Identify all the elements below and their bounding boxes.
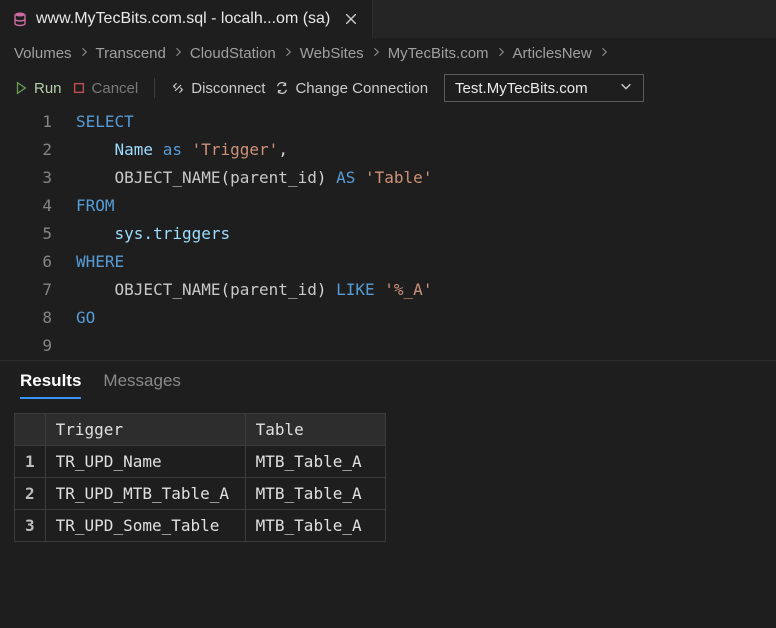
tab-title: www.MyTecBits.com.sql - localh...om (sa): [36, 10, 330, 28]
chevron-right-icon: [282, 45, 294, 62]
code-line[interactable]: SELECT: [76, 108, 776, 136]
cancel-button[interactable]: Cancel: [72, 80, 139, 97]
row-number: 1: [15, 446, 46, 478]
cell[interactable]: MTB_Table_A: [245, 510, 385, 542]
database-icon: [12, 11, 28, 27]
code-line[interactable]: GO: [76, 304, 776, 332]
tab-messages[interactable]: Messages: [103, 371, 180, 399]
column-header[interactable]: Table: [245, 414, 385, 446]
cell[interactable]: TR_UPD_MTB_Table_A: [45, 478, 245, 510]
code-line[interactable]: sys.triggers: [76, 220, 776, 248]
breadcrumb-item[interactable]: ArticlesNew: [513, 45, 592, 62]
code-area[interactable]: SELECT Name as 'Trigger', OBJECT_NAME(pa…: [76, 108, 776, 360]
run-button[interactable]: Run: [14, 80, 62, 97]
line-number: 6: [0, 248, 52, 276]
line-number: 4: [0, 192, 52, 220]
code-line[interactable]: OBJECT_NAME(parent_id) LIKE '%_A': [76, 276, 776, 304]
cell[interactable]: MTB_Table_A: [245, 478, 385, 510]
grid-corner: [15, 414, 46, 446]
line-gutter: 123456789: [0, 108, 76, 360]
line-number: 2: [0, 136, 52, 164]
chevron-right-icon: [370, 45, 382, 62]
disconnect-icon: [171, 81, 185, 95]
line-number: 1: [0, 108, 52, 136]
tab-bar: www.MyTecBits.com.sql - localh...om (sa): [0, 0, 776, 38]
cell[interactable]: MTB_Table_A: [245, 446, 385, 478]
code-line[interactable]: FROM: [76, 192, 776, 220]
results-grid-wrap: TriggerTable1TR_UPD_NameMTB_Table_A2TR_U…: [0, 405, 776, 550]
code-line[interactable]: [76, 332, 776, 360]
row-number: 2: [15, 478, 46, 510]
line-number: 7: [0, 276, 52, 304]
line-number: 9: [0, 332, 52, 360]
chevron-right-icon: [598, 45, 610, 62]
results-grid[interactable]: TriggerTable1TR_UPD_NameMTB_Table_A2TR_U…: [14, 413, 386, 542]
code-line[interactable]: WHERE: [76, 248, 776, 276]
stop-icon: [72, 81, 86, 95]
table-row[interactable]: 1TR_UPD_NameMTB_Table_A: [15, 446, 386, 478]
change-connection-icon: [275, 81, 289, 95]
breadcrumb-item[interactable]: MyTecBits.com: [388, 45, 489, 62]
disconnect-button[interactable]: Disconnect: [171, 80, 265, 97]
column-header[interactable]: Trigger: [45, 414, 245, 446]
table-row[interactable]: 2TR_UPD_MTB_Table_AMTB_Table_A: [15, 478, 386, 510]
breadcrumb: Volumes Transcend CloudStation WebSites MyTe…: [0, 38, 776, 68]
code-line[interactable]: OBJECT_NAME(parent_id) AS 'Table': [76, 164, 776, 192]
breadcrumb-item[interactable]: WebSites: [300, 45, 364, 62]
chevron-down-icon: [619, 79, 633, 97]
editor-tab[interactable]: www.MyTecBits.com.sql - localh...om (sa): [0, 0, 373, 38]
row-number: 3: [15, 510, 46, 542]
close-icon[interactable]: [342, 10, 360, 28]
toolbar: Run Cancel Disconnect Change Connection …: [0, 68, 776, 108]
cell[interactable]: TR_UPD_Some_Table: [45, 510, 245, 542]
run-label: Run: [34, 80, 62, 97]
breadcrumb-item[interactable]: CloudStation: [190, 45, 276, 62]
database-picker-value: Test.MyTecBits.com: [455, 80, 588, 97]
disconnect-label: Disconnect: [191, 80, 265, 97]
chevron-right-icon: [495, 45, 507, 62]
table-row[interactable]: 3TR_UPD_Some_TableMTB_Table_A: [15, 510, 386, 542]
code-line[interactable]: Name as 'Trigger',: [76, 136, 776, 164]
breadcrumb-item[interactable]: Volumes: [14, 45, 72, 62]
result-tabs: Results Messages: [0, 360, 776, 405]
code-editor[interactable]: 123456789 SELECT Name as 'Trigger', OBJE…: [0, 108, 776, 360]
chevron-right-icon: [172, 45, 184, 62]
cell[interactable]: TR_UPD_Name: [45, 446, 245, 478]
chevron-right-icon: [78, 45, 90, 62]
separator: [154, 78, 155, 98]
line-number: 8: [0, 304, 52, 332]
cancel-label: Cancel: [92, 80, 139, 97]
line-number: 3: [0, 164, 52, 192]
change-connection-label: Change Connection: [295, 80, 428, 97]
change-connection-button[interactable]: Change Connection: [275, 80, 428, 97]
database-picker[interactable]: Test.MyTecBits.com: [444, 74, 644, 102]
play-icon: [14, 81, 28, 95]
line-number: 5: [0, 220, 52, 248]
breadcrumb-item[interactable]: Transcend: [96, 45, 166, 62]
tab-results[interactable]: Results: [20, 371, 81, 399]
